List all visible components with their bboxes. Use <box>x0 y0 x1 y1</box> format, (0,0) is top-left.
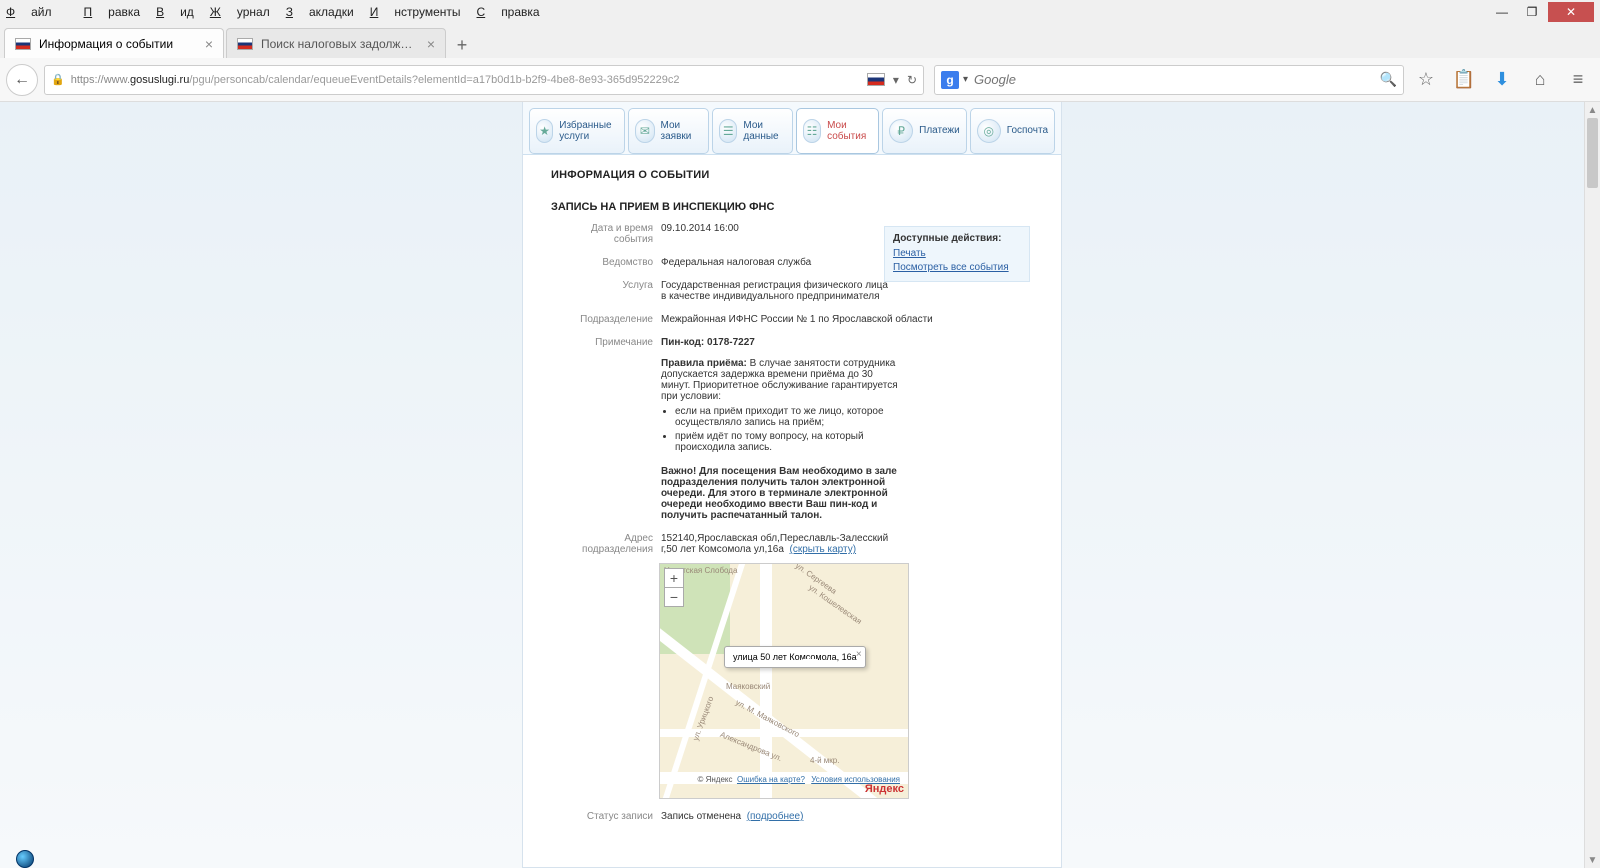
status-more-link[interactable]: (подробнее) <box>747 811 804 822</box>
browser-tab-active[interactable]: Информация о событии × <box>4 28 224 58</box>
content-panel: ★Избранные услуги ✉Мои заявки ☰Мои данны… <box>522 102 1062 868</box>
map-error-link[interactable]: Ошибка на карте? <box>737 775 805 784</box>
tab-close-icon[interactable]: × <box>205 36 213 52</box>
cabtab-payments[interactable]: ₽Платежи <box>882 108 967 154</box>
search-icon[interactable]: 🔍 <box>1380 71 1397 88</box>
menu-bookmarks[interactable]: Закладки <box>286 5 354 19</box>
scroll-down-icon[interactable]: ▼ <box>1585 852 1600 868</box>
user-icon: ☰ <box>719 119 737 143</box>
search-box[interactable]: g ▾ 🔍 <box>934 65 1404 95</box>
google-icon: g <box>941 71 959 89</box>
clipboard-icon[interactable]: 📋 <box>1448 64 1480 96</box>
new-tab-button[interactable]: + <box>448 32 476 58</box>
page-title: ИНФОРМАЦИЯ О СОБЫТИИ <box>551 169 1033 181</box>
tab-title: Информация о событии <box>39 37 199 51</box>
hide-map-link[interactable]: (скрыть карту) <box>790 544 857 555</box>
cabtab-favorites[interactable]: ★Избранные услуги <box>529 108 625 154</box>
star-icon: ★ <box>536 119 553 143</box>
browser-toolbar: ← 🔒 https://www.gosuslugi.ru/pgu/personc… <box>0 58 1600 102</box>
search-input[interactable] <box>974 72 1380 87</box>
label-status: Статус записи <box>551 811 653 822</box>
menu-help[interactable]: Справка <box>477 5 540 19</box>
pin-code: Пин-код: 0178-7227 <box>661 337 901 348</box>
url-dropdown-icon[interactable]: ▾ <box>893 73 899 87</box>
window-maximize-button[interactable]: ❐ <box>1518 2 1546 22</box>
rules-heading: Правила приёма: <box>661 358 747 369</box>
action-print[interactable]: Печать <box>893 248 1021 259</box>
ruble-icon: ₽ <box>889 119 913 143</box>
calendar-icon: ☷ <box>803 119 821 143</box>
vertical-scrollbar[interactable]: ▲ ▼ <box>1584 102 1600 868</box>
page-viewport: ★Избранные услуги ✉Мои заявки ☰Мои данны… <box>0 102 1584 868</box>
label-datetime: Дата и время события <box>551 223 653 245</box>
browser-menubar: Файл Правка Вид Журнал Закладки Инструме… <box>0 0 1600 24</box>
map-zoom: + − <box>664 568 684 606</box>
url-path: /pgu/personcab/calendar/equeueEventDetai… <box>189 74 679 86</box>
balloon-text: улица 50 лет Комсомола, 16а <box>733 652 857 662</box>
home-icon[interactable]: ⌂ <box>1524 64 1556 96</box>
bookmark-star-icon[interactable]: ☆ <box>1410 64 1442 96</box>
yandex-logo: Яндекс <box>865 783 904 795</box>
action-view-all[interactable]: Посмотреть все события <box>893 262 1021 273</box>
label-service: Услуга <box>551 280 653 302</box>
downloads-icon[interactable]: ⬇ <box>1486 64 1518 96</box>
browser-tab-inactive[interactable]: Поиск налоговых задолж… × <box>226 28 446 58</box>
cabtab-myevents[interactable]: ☷Мои события <box>796 108 879 154</box>
scroll-up-icon[interactable]: ▲ <box>1585 102 1600 118</box>
actions-box: Доступные действия: Печать Посмотреть вс… <box>884 226 1030 282</box>
value-service: Государственная регистрация физического … <box>661 280 891 302</box>
cabtab-gosmail[interactable]: ◎Госпочта <box>970 108 1055 154</box>
window-close-button[interactable]: ✕ <box>1548 2 1594 22</box>
label-agency: Ведомство <box>551 257 653 268</box>
menu-history[interactable]: Журнал <box>210 5 270 19</box>
section-title: ЗАПИСЬ НА ПРИЕМ В ИНСПЕКЦИЮ ФНС <box>551 201 1033 213</box>
window-minimize-button[interactable]: — <box>1488 2 1516 22</box>
start-orb-icon[interactable] <box>16 850 34 868</box>
zoom-in-button[interactable]: + <box>664 568 684 588</box>
back-button[interactable]: ← <box>6 64 38 96</box>
street-label: 4-й мкр. <box>810 756 839 765</box>
value-note: Пин-код: 0178-7227 Правила приёма: В слу… <box>661 337 901 521</box>
cabtab-applications[interactable]: ✉Мои заявки <box>628 108 709 154</box>
value-address: 152140,Ярославская обл,Переславль-Залесс… <box>661 533 901 555</box>
russia-flag-icon <box>15 38 31 50</box>
doc-icon: ✉ <box>635 119 654 143</box>
russia-flag-icon <box>867 73 885 86</box>
value-status: Запись отменена (подробнее) <box>661 811 1033 822</box>
label-address: Адрес подразделения <box>551 533 653 555</box>
url-host: gosuslugi.ru <box>130 74 189 86</box>
lock-icon: 🔒 <box>51 73 65 86</box>
actions-heading: Доступные действия: <box>893 233 1021 244</box>
browser-tabstrip: Информация о событии × Поиск налоговых з… <box>0 24 1600 58</box>
hamburger-menu-icon[interactable]: ≡ <box>1562 64 1594 96</box>
cabtab-mydata[interactable]: ☰Мои данные <box>712 108 793 154</box>
map[interactable]: Никитская Слобода ул. Сергеева ул. Кошел… <box>659 563 909 799</box>
zoom-out-button[interactable]: − <box>664 587 684 607</box>
menu-view[interactable]: Вид <box>156 5 194 19</box>
cabinet-tabs: ★Избранные услуги ✉Мои заявки ☰Мои данны… <box>523 102 1061 155</box>
balloon-close-icon[interactable]: × <box>856 649 862 660</box>
tab-close-icon[interactable]: × <box>427 36 435 52</box>
rule-item: приём идёт по тому вопросу, на который п… <box>675 431 901 453</box>
russia-flag-icon <box>237 38 253 50</box>
menu-file[interactable]: Файл <box>6 5 68 19</box>
reload-icon[interactable]: ↻ <box>907 73 917 87</box>
important-note: Важно! Для посещения Вам необходимо в за… <box>661 466 901 521</box>
search-engine-dropdown-icon[interactable]: ▾ <box>963 74 968 85</box>
street-label: Маяковский <box>726 682 770 691</box>
url-bar[interactable]: 🔒 https://www.gosuslugi.ru/pgu/personcab… <box>44 65 924 95</box>
map-balloon: × улица 50 лет Комсомола, 16а <box>724 646 866 668</box>
menu-edit[interactable]: Правка <box>84 5 141 19</box>
label-note: Примечание <box>551 337 653 521</box>
scrollbar-thumb[interactable] <box>1587 118 1598 188</box>
label-division: Подразделение <box>551 314 653 325</box>
rule-item: если на приём приходит то же лицо, котор… <box>675 406 901 428</box>
tab-title: Поиск налоговых задолж… <box>261 37 421 51</box>
mail-icon: ◎ <box>977 119 1001 143</box>
menu-tools[interactable]: Инструменты <box>370 5 461 19</box>
url-scheme: https://www. <box>71 74 130 86</box>
value-division: Межрайонная ИФНС России № 1 по Ярославск… <box>661 314 1033 325</box>
